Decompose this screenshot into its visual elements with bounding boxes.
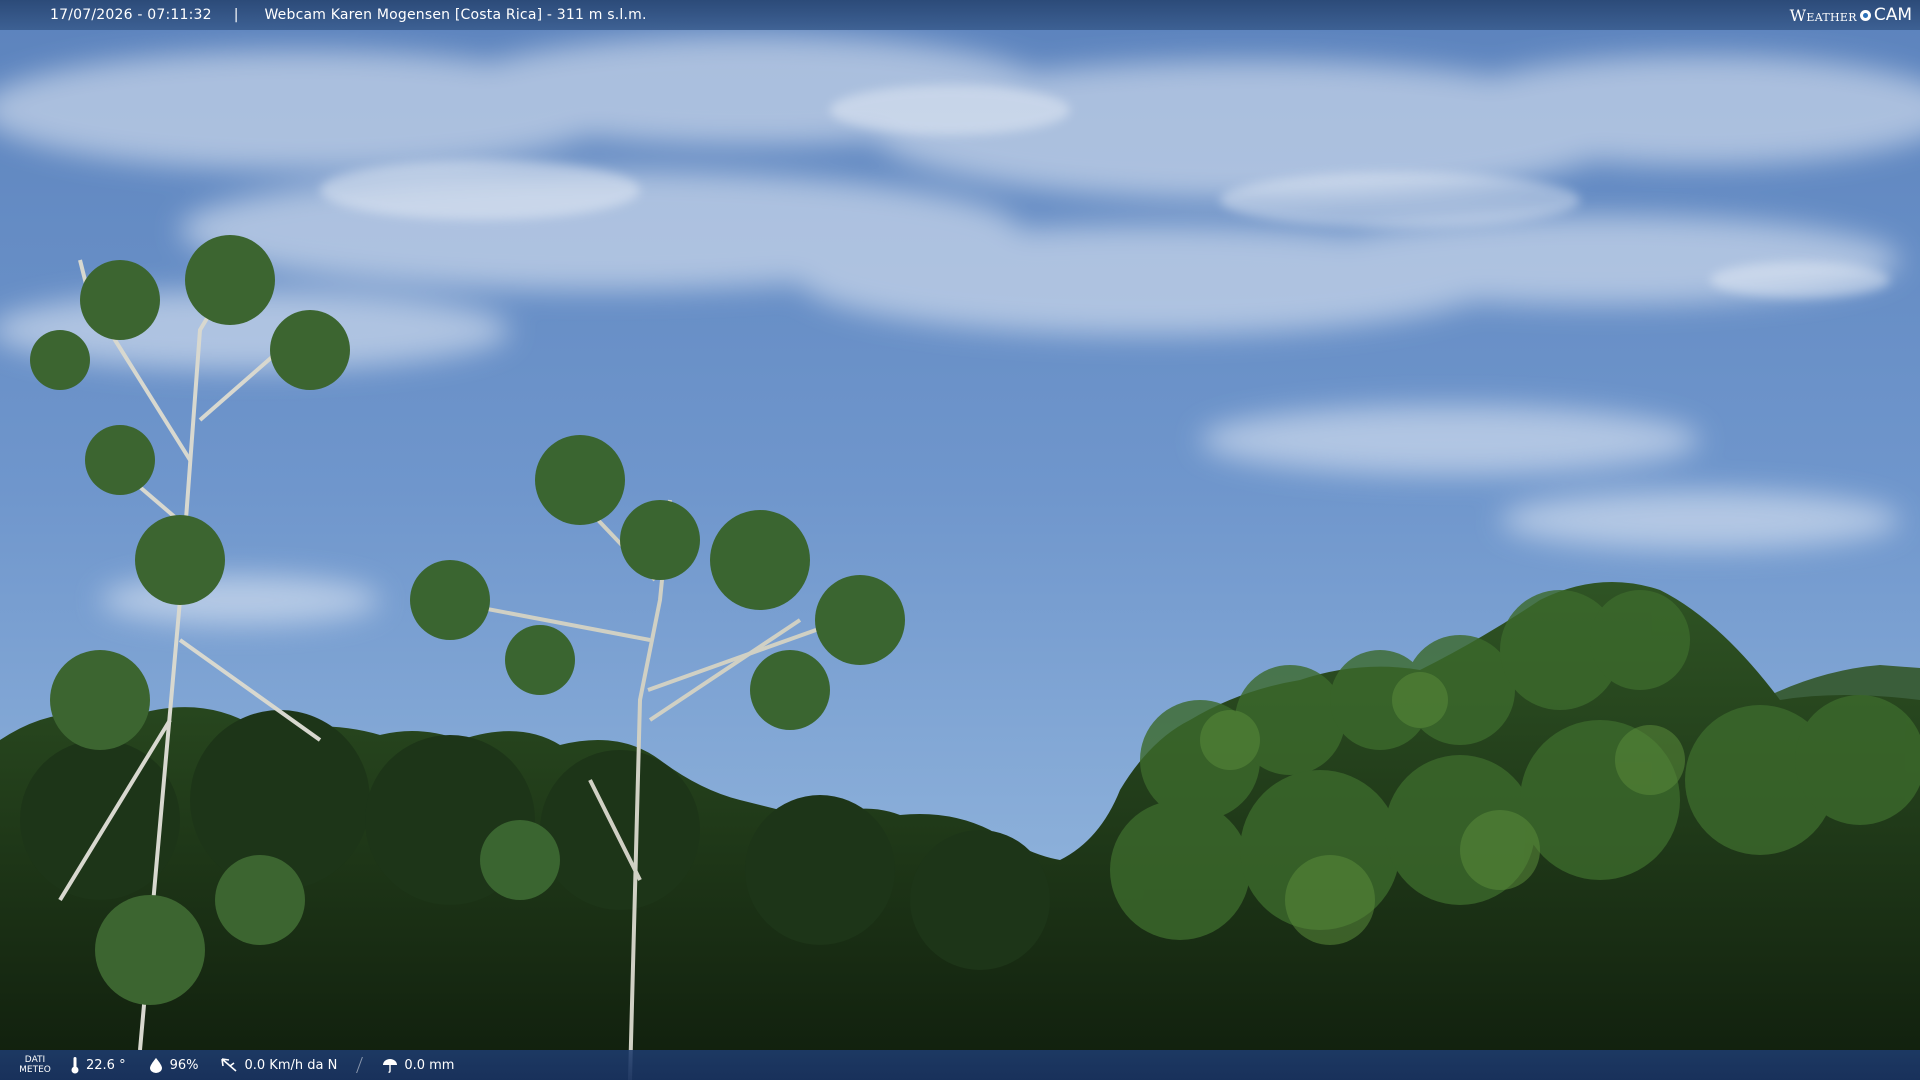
- droplet-icon: [149, 1058, 162, 1073]
- umbrella-icon: [383, 1059, 398, 1073]
- webcam-scene: [0, 0, 1920, 1080]
- temperature-value: 22.6 °: [86, 1057, 126, 1073]
- weather-data-bar: DATI METEO 22.6 ° 96% 0.0 Km/h da N 0.0 …: [0, 1050, 1920, 1080]
- header-separator: |: [233, 7, 239, 23]
- humidity-value: 96%: [169, 1057, 199, 1073]
- dati-meteo-label: DATI METEO: [19, 1055, 51, 1075]
- footer-divider: [356, 1057, 364, 1073]
- wind-value: 0.0 Km/h da N: [244, 1057, 338, 1073]
- temperature-reading: 22.6 °: [70, 1056, 126, 1074]
- weathercam-logo: Weather CAM: [1790, 3, 1912, 27]
- thermometer-icon: [71, 1057, 79, 1074]
- logo-dot-icon: [1859, 9, 1871, 21]
- webcam-title: Webcam Karen Mogensen [Costa Rica] - 311…: [264, 7, 647, 23]
- header-bar: 17/07/2026 - 07:11:32 | Webcam Karen Mog…: [0, 0, 1920, 30]
- humidity-reading: 96%: [148, 1057, 199, 1073]
- logo-weather-text: Weather: [1789, 5, 1857, 25]
- wind-reading: 0.0 Km/h da N: [220, 1057, 337, 1073]
- rain-value: 0.0 mm: [404, 1057, 455, 1073]
- rain-reading: 0.0 mm: [382, 1057, 454, 1073]
- timestamp: 17/07/2026 - 07:11:32: [50, 7, 212, 23]
- wind-vane-icon: [221, 1058, 238, 1072]
- logo-cam-text: CAM: [1873, 5, 1912, 25]
